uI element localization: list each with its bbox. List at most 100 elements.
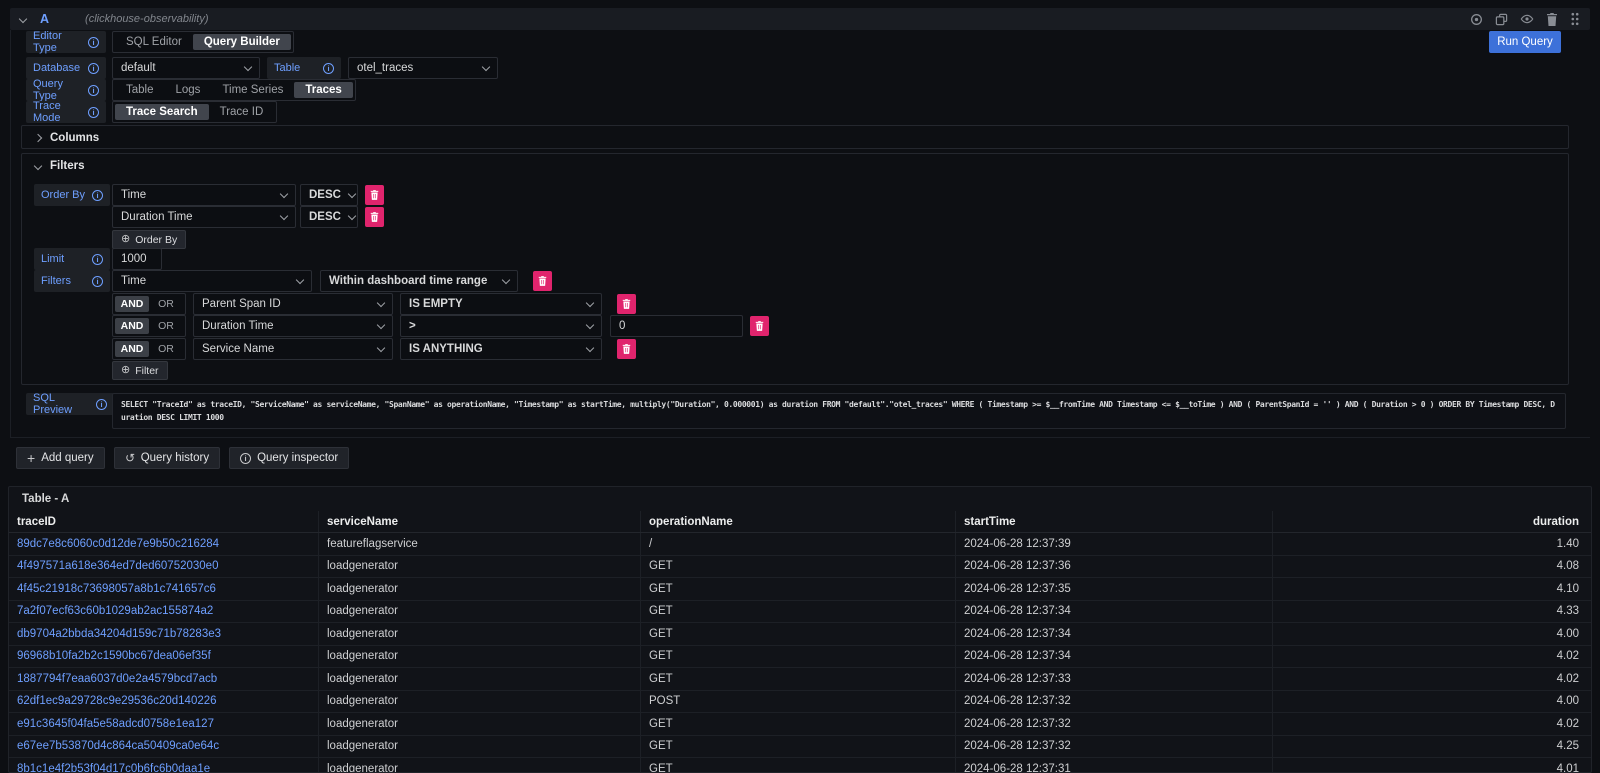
or-option[interactable]: OR [149,318,183,334]
trace-id-link[interactable]: 62df1ec9a29728c9e29536c20d140226 [9,691,319,713]
filters-section-header[interactable]: Filters [22,154,1568,178]
service-name-cell: loadgenerator [319,623,641,645]
info-icon[interactable]: i [323,63,334,74]
order-by-field-select[interactable]: Duration Time [112,206,296,228]
limit-input[interactable]: 1000 [112,248,162,270]
drag-handle-icon[interactable] [1570,12,1580,26]
and-or-toggle: AND OR [112,338,186,360]
panel-title[interactable]: Table - A [9,487,1591,511]
trace-id-link[interactable]: e91c3645f04fa5e58adcd0758e1ea127 [9,713,319,735]
add-query-button[interactable]: + Add query [16,447,105,469]
database-select[interactable]: default [112,57,260,79]
editor-type-option-sql-editor[interactable]: SQL Editor [115,34,193,50]
query-type-option-time-series[interactable]: Time Series [211,82,294,98]
editor-type-label: Editor Type i [26,31,106,53]
limit-label: Limit i [34,248,110,270]
trace-mode-option-trace-search[interactable]: Trace Search [115,104,209,120]
info-icon[interactable]: i [88,107,99,118]
remove-filter-button[interactable] [617,294,636,314]
query-history-button[interactable]: ↻ Query history [114,447,220,469]
info-icon[interactable]: i [92,190,103,201]
and-option[interactable]: AND [115,318,149,334]
datasource-name: (clickhouse-observability) [85,13,209,25]
trace-mode-option-trace-id[interactable]: Trace ID [209,104,275,120]
column-header-traceid[interactable]: traceID [9,511,319,532]
collapse-chevron-icon[interactable] [19,15,27,23]
query-type-label: Query Type i [26,79,106,101]
eye-icon[interactable] [1520,12,1534,26]
duplicate-icon[interactable] [1495,13,1508,26]
table-panel: Table - A traceID serviceName operationN… [8,486,1592,773]
or-option[interactable]: OR [149,341,183,357]
query-row-header[interactable]: A (clickhouse-observability) [10,8,1590,30]
column-header-duration[interactable]: duration [1273,511,1591,532]
info-icon[interactable]: i [88,37,99,48]
add-filter-button[interactable]: ⊕ Filter [112,361,168,380]
trace-id-link[interactable]: db9704a2bbda34204d159c71b78283e3 [9,623,319,645]
and-option[interactable]: AND [115,341,149,357]
duration-cell: 4.10 [1273,578,1591,600]
info-icon[interactable]: i [88,85,99,96]
filter-operator-select[interactable]: Within dashboard time range [320,270,518,292]
column-header-operationname[interactable]: operationName [641,511,956,532]
column-header-starttime[interactable]: startTime [956,511,1273,532]
add-order-by-button[interactable]: ⊕ Order By [112,230,186,249]
info-icon[interactable]: i [96,399,107,410]
query-type-option-table[interactable]: Table [115,82,165,98]
duration-cell: 4.02 [1273,668,1591,690]
table-row: 1887794f7eaa6037d0e2a4579bcd7acb loadgen… [9,668,1591,691]
table-row: 4f497571a618e364ed7ded60752030e0 loadgen… [9,556,1591,579]
info-icon[interactable]: i [92,276,103,287]
table-row: 4f45c21918c73698057a8b1c741657c6 loadgen… [9,578,1591,601]
filter-field-select[interactable]: Service Name [193,338,393,360]
order-by-direction-select[interactable]: DESC [300,184,358,206]
info-icon[interactable]: i [92,254,103,265]
query-type-option-logs[interactable]: Logs [165,82,212,98]
table-row: 89dc7e8c6060c0d12de7e9b50c216284 feature… [9,533,1591,556]
trace-id-link[interactable]: 96968b10fa2b2c1590bc67dea06ef35f [9,646,319,668]
trace-id-link[interactable]: e67ee7b53870d4c864ca50409ca0e64c [9,736,319,758]
info-icon[interactable]: i [88,63,99,74]
trace-id-link[interactable]: 7a2f07ecf63c60b1029ab2ac155874a2 [9,601,319,623]
remove-order-by-button[interactable] [365,185,384,205]
service-name-cell: loadgenerator [319,601,641,623]
remove-filter-button[interactable] [617,339,636,359]
chevron-down-icon [502,276,510,284]
remove-filter-button[interactable] [750,316,769,336]
query-inspector-button[interactable]: i Query inspector [229,447,349,469]
trace-id-link[interactable]: 1887794f7eaa6037d0e2a4579bcd7acb [9,668,319,690]
order-by-field-select[interactable]: Time [112,184,296,206]
trace-id-link[interactable]: 8b1c1e4f2b53f04d17c0b6fc6b0daa1e [9,758,319,773]
filter-field-select[interactable]: Time [112,270,312,292]
query-row-left-border [10,30,11,437]
remove-order-by-button[interactable] [365,207,384,227]
column-header-servicename[interactable]: serviceName [319,511,641,532]
table-select[interactable]: otel_traces [348,57,498,79]
and-option[interactable]: AND [115,296,149,312]
operation-name-cell: GET [641,623,956,645]
columns-section-header[interactable]: Columns [22,126,1568,150]
filter-value-input[interactable]: 0 [610,315,743,337]
service-name-cell: loadgenerator [319,578,641,600]
filter-operator-select[interactable]: IS ANYTHING [400,338,602,360]
or-option[interactable]: OR [149,296,183,312]
trace-id-link[interactable]: 4f497571a618e364ed7ded60752030e0 [9,556,319,578]
start-time-cell: 2024-06-28 12:37:34 [956,601,1273,623]
filter-operator-select[interactable]: > [400,315,602,337]
record-icon[interactable] [1470,13,1483,26]
run-query-button[interactable]: Run Query [1489,31,1561,53]
remove-filter-button[interactable] [533,271,552,291]
filter-field-select[interactable]: Parent Span ID [193,293,393,315]
filter-field-select[interactable]: Duration Time [193,315,393,337]
trace-id-link[interactable]: 4f45c21918c73698057a8b1c741657c6 [9,578,319,600]
query-type-option-traces[interactable]: Traces [294,82,352,98]
start-time-cell: 2024-06-28 12:37:32 [956,736,1273,758]
table-row: e67ee7b53870d4c864ca50409ca0e64c loadgen… [9,736,1591,759]
filter-operator-select[interactable]: IS EMPTY [400,293,602,315]
operation-name-cell: GET [641,556,956,578]
trash-icon[interactable] [1546,13,1558,26]
chevron-down-icon [280,212,288,220]
trace-id-link[interactable]: 89dc7e8c6060c0d12de7e9b50c216284 [9,533,319,555]
editor-type-option-query-builder[interactable]: Query Builder [193,34,291,50]
order-by-direction-select[interactable]: DESC [300,206,358,228]
